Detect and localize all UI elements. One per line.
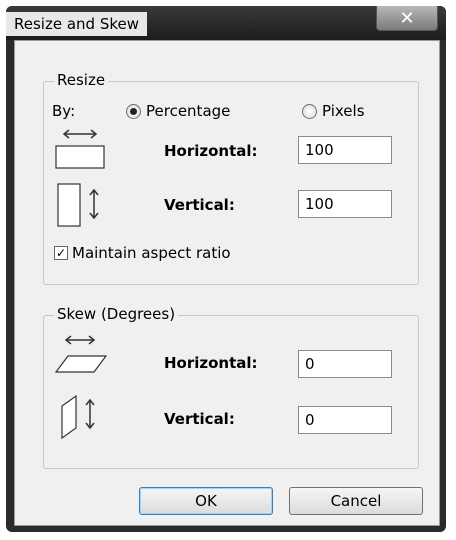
resize-horizontal-input[interactable]: [298, 136, 392, 164]
resize-horizontal-label: Horizontal:: [164, 142, 258, 160]
pixels-radio[interactable]: [302, 104, 317, 119]
skew-horizontal-input[interactable]: [298, 350, 392, 378]
vertical-resize-icon: [57, 183, 99, 227]
close-button[interactable]: ✕: [376, 6, 438, 31]
by-label: By:: [52, 102, 76, 120]
skew-group-label: Skew (Degrees): [54, 305, 179, 323]
title-bar: Resize and Skew ✕: [6, 6, 446, 40]
ok-button[interactable]: OK: [139, 487, 273, 515]
percentage-radio[interactable]: [126, 104, 141, 119]
maintain-aspect-label[interactable]: Maintain aspect ratio: [72, 244, 231, 262]
cancel-button[interactable]: Cancel: [289, 487, 423, 515]
resize-skew-dialog: Resize and Skew ✕ Resize By: Percentage …: [6, 6, 446, 532]
skew-group: Skew (Degrees) Horizontal: Vertical:: [43, 305, 419, 469]
maintain-aspect-checkbox[interactable]: ✓: [54, 246, 68, 260]
close-icon: ✕: [399, 7, 415, 29]
dialog-title: Resize and Skew: [6, 12, 147, 36]
skew-vertical-label: Vertical:: [164, 410, 235, 428]
horizontal-resize-icon: [55, 129, 105, 169]
resize-group: Resize By: Percentage Pixels Horizontal:…: [43, 71, 419, 285]
pixels-label[interactable]: Pixels: [322, 102, 365, 120]
resize-group-label: Resize: [54, 71, 109, 89]
skew-vertical-input[interactable]: [298, 406, 392, 434]
percentage-label[interactable]: Percentage: [146, 102, 230, 120]
skew-horizontal-label: Horizontal:: [164, 354, 258, 372]
resize-vertical-label: Vertical:: [164, 196, 235, 214]
horizontal-skew-icon: [54, 335, 108, 373]
vertical-skew-icon: [61, 394, 95, 440]
dialog-client-area: Resize By: Percentage Pixels Horizontal:…: [14, 40, 440, 526]
resize-vertical-input[interactable]: [298, 190, 392, 218]
